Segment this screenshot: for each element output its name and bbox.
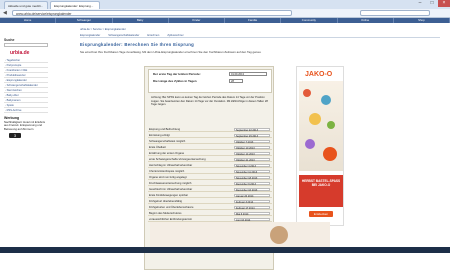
maximize-icon[interactable]: □ <box>426 0 438 7</box>
result-value: Dezember 16 2013 <box>234 187 270 192</box>
result-row: Geschlecht im Ultraschall erkennbar Dezem… <box>148 187 272 192</box>
nav-item[interactable]: Home <box>0 18 57 23</box>
sidebar-button[interactable]: 3 <box>9 133 21 139</box>
breadcrumb[interactable]: urbia.de > Service > Eisprungkalender <box>80 28 440 31</box>
sidebar-search-input[interactable] <box>4 43 48 47</box>
result-row: Frühgeburten und Überlebenschance Februar… <box>148 205 272 210</box>
nav-item[interactable]: Community <box>281 18 338 23</box>
result-value: November 18 2013 <box>234 175 270 180</box>
result-value: September 22 2013 <box>234 127 270 132</box>
result-label: Beginn des Mutterschutzes <box>149 212 182 215</box>
ad-banner[interactable]: JAKO-O HERBST BASTEL-SPASS BEI JAKO-O En… <box>296 66 344 226</box>
period-start-select[interactable]: 01.09.2013 <box>229 72 267 76</box>
result-value: Dezember 9 2013 <box>234 181 270 186</box>
result-row: Fruchtwasseruntersuchung möglich Dezember… <box>148 181 272 186</box>
cycle-length-select[interactable]: 28 <box>229 79 243 83</box>
result-label: Fruchtwasseruntersuchung möglich <box>149 182 192 185</box>
site-nav: Home Schwanger Baby Kinder Familie Commu… <box>0 18 450 23</box>
result-value: Mai 6 2014 <box>234 211 270 216</box>
ad-illustration <box>299 81 343 171</box>
title-link[interactable]: Errechnen <box>147 34 159 37</box>
back-icon[interactable]: ◀ <box>3 10 7 16</box>
nav-item[interactable]: Kinder <box>169 18 225 23</box>
result-label: Frühgeburt überlebensfähig <box>149 200 183 203</box>
ad-text[interactable]: Nachhaltigkeit: Hotel mit Erlebnis aus F… <box>4 120 48 131</box>
ad-cta-button[interactable]: Entdecken <box>309 211 333 217</box>
result-value: Februar 3 2014 <box>234 199 270 204</box>
result-row: Erste Übelkeit Oktober 10 2013 <box>148 145 272 150</box>
result-label: Erste Kindsbewegungen spürbar <box>149 194 188 197</box>
title-links: Eisprungkalender Schwangerschaftskalende… <box>80 33 440 38</box>
nav-item[interactable]: Schwanger <box>56 18 113 23</box>
result-row: Frühgeburt überlebensfähig Februar 3 2014 <box>148 199 272 204</box>
site-logo[interactable]: urbia.de <box>10 50 48 56</box>
result-label: Frühgeburten und Überlebenschance <box>149 206 194 209</box>
result-label: Erste Übelkeit <box>149 146 166 149</box>
sidebar: Suche urbia.de Tagebücher Partyrezepte K… <box>4 36 48 139</box>
period-start-label: Der erste Tag der letzten Periode: <box>153 72 201 76</box>
title-link[interactable]: Zyklusrechner <box>167 34 183 37</box>
minimize-icon[interactable]: – <box>414 0 426 7</box>
sidebar-heading: Suche <box>4 38 15 42</box>
ad-photo <box>270 226 288 244</box>
result-value: September 29 2013 <box>234 133 270 138</box>
main-content: urbia.de > Service > Eisprungkalender Ei… <box>80 28 440 54</box>
intro-text: Sie errechnet Ihre fruchtbaren Tage zuve… <box>80 50 262 54</box>
result-value: Oktober 21 2013 <box>234 157 270 162</box>
result-label: Organe sind nun fertig angelegt <box>149 176 187 179</box>
result-label: Chorionzottenbiopsie möglich <box>149 170 185 173</box>
result-value: Januar 20 2014 <box>234 193 270 198</box>
result-value: November 11 2013 <box>234 169 270 174</box>
nav-item[interactable]: Familie <box>225 18 282 23</box>
browser-tab[interactable]: Aktuelle und gute medizi... <box>4 1 48 9</box>
os-taskbar <box>0 247 450 253</box>
browser-tab-active[interactable]: Eisprungkalender: Eisprung... <box>50 1 100 9</box>
result-value: Februar 17 2014 <box>234 205 270 210</box>
result-label: Eisprung und Befruchtung <box>149 128 181 131</box>
ad-promo-text: HERBST BASTEL-SPASS BEI JAKO-O <box>299 175 343 207</box>
result-label: Geschlecht im Ultraschall erkennbar <box>149 188 193 191</box>
browser-search-input[interactable] <box>360 10 430 16</box>
result-row: Chorionzottenbiopsie möglich November 11 … <box>148 169 272 174</box>
result-value: November 4 2013 <box>234 163 270 168</box>
result-value: Oktober 10 2013 <box>234 145 270 150</box>
result-value: Oktober 14 2013 <box>234 151 270 156</box>
result-label: erste Schwangerschafts-Vorsorgeuntersuch… <box>149 158 206 161</box>
result-label: Ernährung der ersten Organe <box>149 152 185 155</box>
url-input[interactable]: www.urbia.de/service/eisprungkalender <box>12 10 292 16</box>
sidebar-item[interactable]: RSS-Archive <box>4 108 48 113</box>
result-row: Schwangerschaftstest möglich Oktober 7 20… <box>148 139 272 144</box>
result-value: Juni 16 2014 <box>234 217 270 222</box>
result-row: Erste Kindsbewegungen spürbar Januar 20 2… <box>148 193 272 198</box>
calculator-inputs: Der erste Tag der letzten Periode: 01.09… <box>148 69 272 93</box>
result-value: Oktober 7 2013 <box>234 139 270 144</box>
result-row: Eisprung und Befruchtung September 22 201… <box>148 127 272 132</box>
result-label: Herzschlag im Ultraschall erkennbar <box>149 164 193 167</box>
cycle-length-label: Die Länge des Zyklus in Tagen <box>153 79 197 83</box>
result-row: erste Schwangerschafts-Vorsorgeuntersuch… <box>148 157 272 162</box>
nav-item[interactable]: Online <box>338 18 394 23</box>
nav-item[interactable]: Baby <box>113 18 169 23</box>
result-row: Organe sind nun fertig angelegt November … <box>148 175 272 180</box>
close-icon[interactable]: × <box>438 0 450 7</box>
result-row: Herzschlag im Ultraschall erkennbar Novem… <box>148 163 272 168</box>
result-label: Einnistung erfolgt <box>149 134 170 137</box>
ad-logo: JAKO-O <box>305 71 333 78</box>
result-row: Beginn des Mutterschutzes Mai 6 2014 <box>148 211 272 216</box>
result-row: Ernährung der ersten Organe Oktober 14 20… <box>148 151 272 156</box>
result-row: Einnistung erfolgt September 29 2013 <box>148 133 272 138</box>
result-label: Schwangerschaftstest möglich <box>149 140 186 143</box>
calculator-note: Achtung: Bei SPSS kann es keinen Tag der… <box>151 96 268 106</box>
nav-item[interactable]: Shop <box>394 18 450 23</box>
page-title: Eisprungkalender: Berechnen Sie Ihren Ei… <box>80 42 195 47</box>
title-link[interactable]: Eisprungkalender <box>80 34 100 37</box>
title-link[interactable]: Schwangerschaftskalender <box>108 34 139 37</box>
